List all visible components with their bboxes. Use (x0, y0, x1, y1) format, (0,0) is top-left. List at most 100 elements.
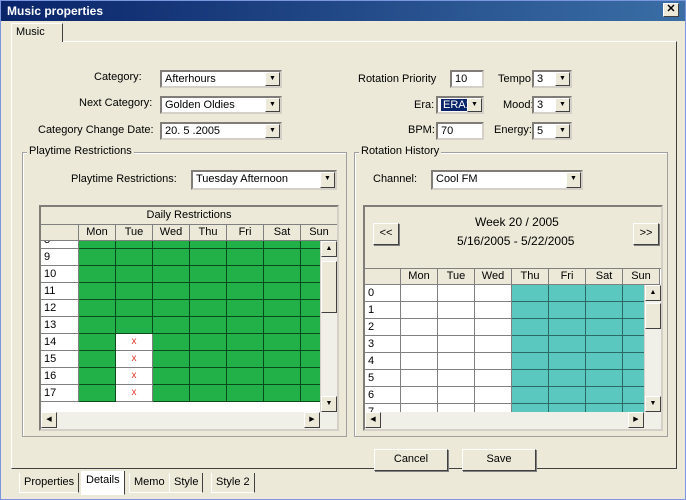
allowed-cell[interactable] (79, 249, 116, 266)
horizontal-scrollbar[interactable]: ◀ ▶ (41, 412, 337, 429)
scroll-right-arrow-icon[interactable]: ▶ (304, 412, 320, 428)
allowed-cell[interactable] (227, 385, 264, 402)
history-cell[interactable] (401, 353, 438, 370)
allowed-cell[interactable] (79, 300, 116, 317)
chevron-down-icon[interactable]: ▼ (555, 124, 570, 138)
tab-style-2[interactable]: Style 2 (211, 473, 255, 493)
history-cell-played[interactable] (512, 387, 549, 404)
allowed-cell[interactable] (264, 368, 301, 385)
tempo-select[interactable]: 3 ▼ (532, 70, 572, 88)
energy-select[interactable]: 5 ▼ (532, 122, 572, 140)
history-cell[interactable] (438, 370, 475, 387)
scroll-up-arrow-icon[interactable]: ▲ (321, 241, 337, 257)
scroll-right-arrow-icon[interactable]: ▶ (628, 412, 644, 428)
scroll-left-arrow-icon[interactable]: ◀ (41, 412, 57, 428)
history-cell-played[interactable] (549, 336, 586, 353)
channel-select[interactable]: Cool FM ▼ (431, 170, 583, 190)
history-cell[interactable] (438, 302, 475, 319)
era-select[interactable]: ERA1 ▼ (436, 96, 484, 114)
history-cell-played[interactable] (512, 285, 549, 302)
history-cell[interactable] (401, 387, 438, 404)
next-week-button[interactable]: >> (633, 223, 659, 245)
allowed-cell[interactable] (153, 283, 190, 300)
allowed-cell[interactable] (227, 249, 264, 266)
allowed-cell[interactable] (116, 283, 153, 300)
allowed-cell[interactable] (190, 351, 227, 368)
allowed-cell[interactable] (227, 300, 264, 317)
scroll-up-arrow-icon[interactable]: ▲ (645, 285, 661, 301)
allowed-cell[interactable] (190, 283, 227, 300)
allowed-cell[interactable] (153, 368, 190, 385)
history-cell[interactable] (475, 336, 512, 353)
allowed-cell[interactable] (79, 334, 116, 351)
history-cell[interactable] (401, 285, 438, 302)
history-cell-played[interactable] (586, 370, 623, 387)
history-cell[interactable] (438, 285, 475, 302)
allowed-cell[interactable] (79, 351, 116, 368)
chevron-down-icon[interactable]: ▼ (320, 172, 335, 188)
allowed-cell[interactable] (227, 351, 264, 368)
history-cell-played[interactable] (586, 336, 623, 353)
history-cell-played[interactable] (586, 353, 623, 370)
allowed-cell[interactable] (190, 249, 227, 266)
allowed-cell[interactable] (153, 300, 190, 317)
tab-properties[interactable]: Properties (19, 473, 80, 493)
chevron-down-icon[interactable]: ▼ (566, 172, 581, 188)
allowed-cell[interactable] (190, 385, 227, 402)
prev-week-button[interactable]: << (373, 223, 399, 245)
chevron-down-icon[interactable]: ▼ (265, 98, 280, 112)
chevron-down-icon[interactable]: ▼ (555, 98, 570, 112)
history-cell[interactable] (401, 302, 438, 319)
history-cell-played[interactable] (512, 370, 549, 387)
vertical-scrollbar[interactable]: ▲ ▼ (644, 285, 661, 412)
allowed-cell[interactable] (79, 317, 116, 334)
allowed-cell[interactable] (264, 317, 301, 334)
allowed-cell[interactable] (153, 334, 190, 351)
allowed-cell[interactable] (264, 266, 301, 283)
history-cell[interactable] (475, 353, 512, 370)
tab-music[interactable]: Music (11, 23, 63, 42)
allowed-cell[interactable] (79, 385, 116, 402)
allowed-cell[interactable] (153, 351, 190, 368)
category-select[interactable]: Afterhours ▼ (160, 70, 282, 88)
history-cell-played[interactable] (586, 285, 623, 302)
history-cell[interactable] (475, 319, 512, 336)
history-cell-played[interactable] (586, 302, 623, 319)
history-cell-played[interactable] (549, 319, 586, 336)
scroll-down-arrow-icon[interactable]: ▼ (321, 396, 337, 412)
history-cell-played[interactable] (512, 336, 549, 353)
allowed-cell[interactable] (153, 385, 190, 402)
tab-memo[interactable]: Memo (129, 473, 170, 493)
vertical-scrollbar[interactable]: ▲ ▼ (320, 241, 337, 412)
playtime-restrictions-select[interactable]: Tuesday Afternoon ▼ (191, 170, 337, 190)
tab-style[interactable]: Style (169, 473, 204, 493)
close-button[interactable]: ✕ (663, 3, 679, 17)
chevron-down-icon[interactable]: ▼ (265, 124, 280, 138)
allowed-cell[interactable] (116, 249, 153, 266)
allowed-cell[interactable] (227, 317, 264, 334)
history-cell[interactable] (401, 336, 438, 353)
history-cell[interactable] (438, 319, 475, 336)
allowed-cell[interactable] (190, 300, 227, 317)
history-cell[interactable] (475, 387, 512, 404)
mood-select[interactable]: 3 ▼ (532, 96, 572, 114)
history-cell[interactable] (401, 370, 438, 387)
rotation-history-grid[interactable]: << Week 20 / 2005 5/16/2005 - 5/22/2005 … (363, 205, 663, 431)
history-cell[interactable] (475, 370, 512, 387)
chevron-down-icon[interactable]: ▼ (555, 72, 570, 86)
history-cell-played[interactable] (549, 302, 586, 319)
allowed-cell[interactable] (116, 300, 153, 317)
history-cell[interactable] (438, 353, 475, 370)
allowed-cell[interactable] (190, 368, 227, 385)
allowed-cell[interactable] (227, 266, 264, 283)
allowed-cell[interactable] (190, 266, 227, 283)
allowed-cell[interactable] (227, 368, 264, 385)
restricted-cell[interactable]: x (116, 351, 153, 368)
allowed-cell[interactable] (79, 368, 116, 385)
chevron-down-icon[interactable]: ▼ (265, 72, 280, 86)
allowed-cell[interactable] (264, 385, 301, 402)
scroll-thumb[interactable] (645, 303, 661, 329)
allowed-cell[interactable] (227, 334, 264, 351)
restricted-cell[interactable]: x (116, 385, 153, 402)
history-cell-played[interactable] (549, 387, 586, 404)
